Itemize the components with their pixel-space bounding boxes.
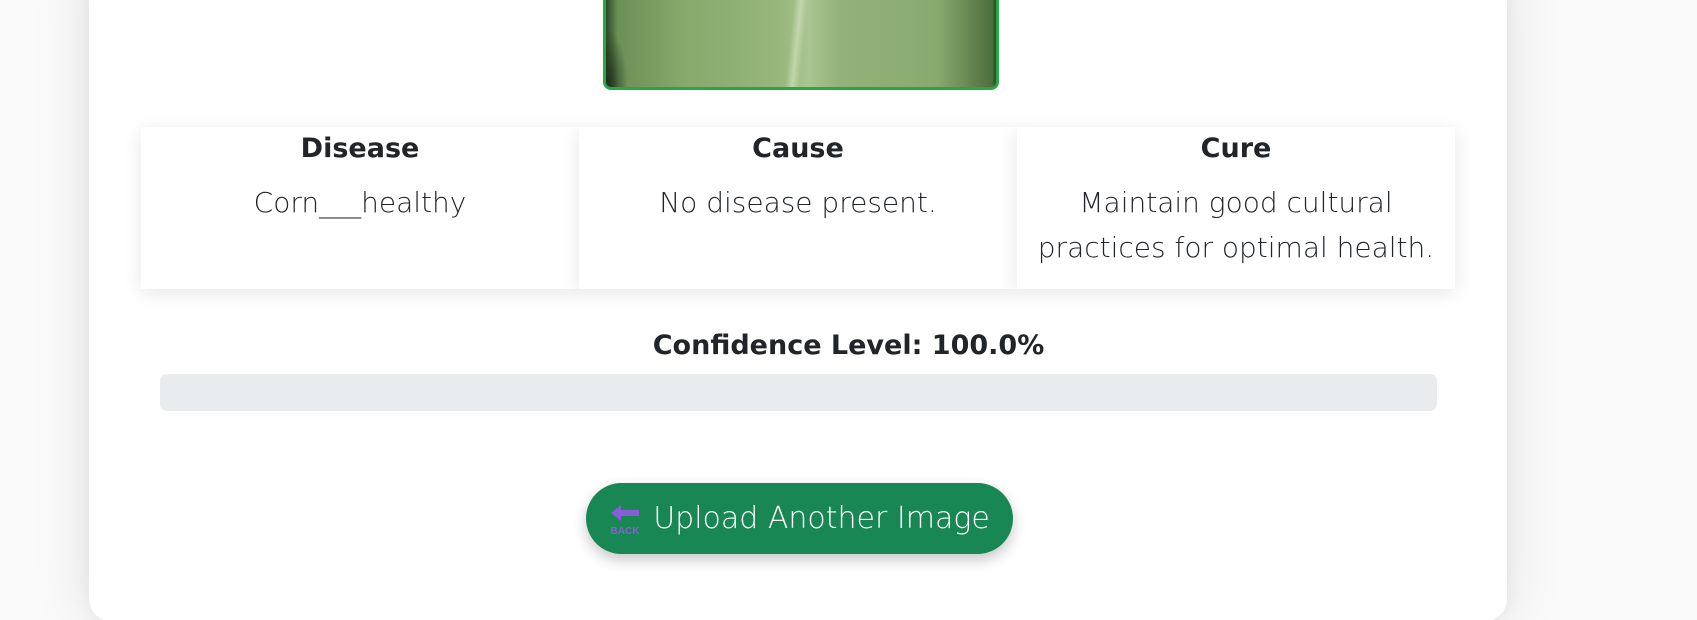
back-icon-text: BACK — [611, 526, 641, 536]
cause-title: Cause — [752, 133, 844, 164]
confidence-progress-fill — [160, 374, 1437, 411]
confidence-label: Confidence Level: 100.0% — [652, 330, 1045, 361]
cure-column: Cure Maintain good cultural practices fo… — [1017, 127, 1455, 289]
uploaded-leaf-image — [603, 0, 999, 90]
diagnosis-info-row: Disease Corn___healthy Cause No disease … — [141, 127, 1455, 289]
cure-title: Cure — [1200, 133, 1272, 164]
disease-title: Disease — [300, 133, 420, 164]
disease-value: Corn___healthy — [253, 186, 467, 219]
page: Disease Corn___healthy Cause No disease … — [0, 0, 1697, 620]
cure-value: Maintain good cultural practices for opt… — [1037, 186, 1435, 264]
upload-another-image-button[interactable]: BACK Upload Another Image — [586, 483, 1013, 554]
disease-column: Disease Corn___healthy — [141, 127, 579, 289]
upload-button-label: Upload Another Image — [653, 501, 990, 536]
cause-column: Cause No disease present. — [579, 127, 1017, 289]
back-arrow-icon: BACK — [609, 502, 641, 536]
leaf-midrib — [785, 0, 809, 87]
leaf-shadow — [606, 27, 628, 87]
confidence-progress-bar — [160, 374, 1437, 411]
cause-value: No disease present. — [659, 186, 937, 219]
